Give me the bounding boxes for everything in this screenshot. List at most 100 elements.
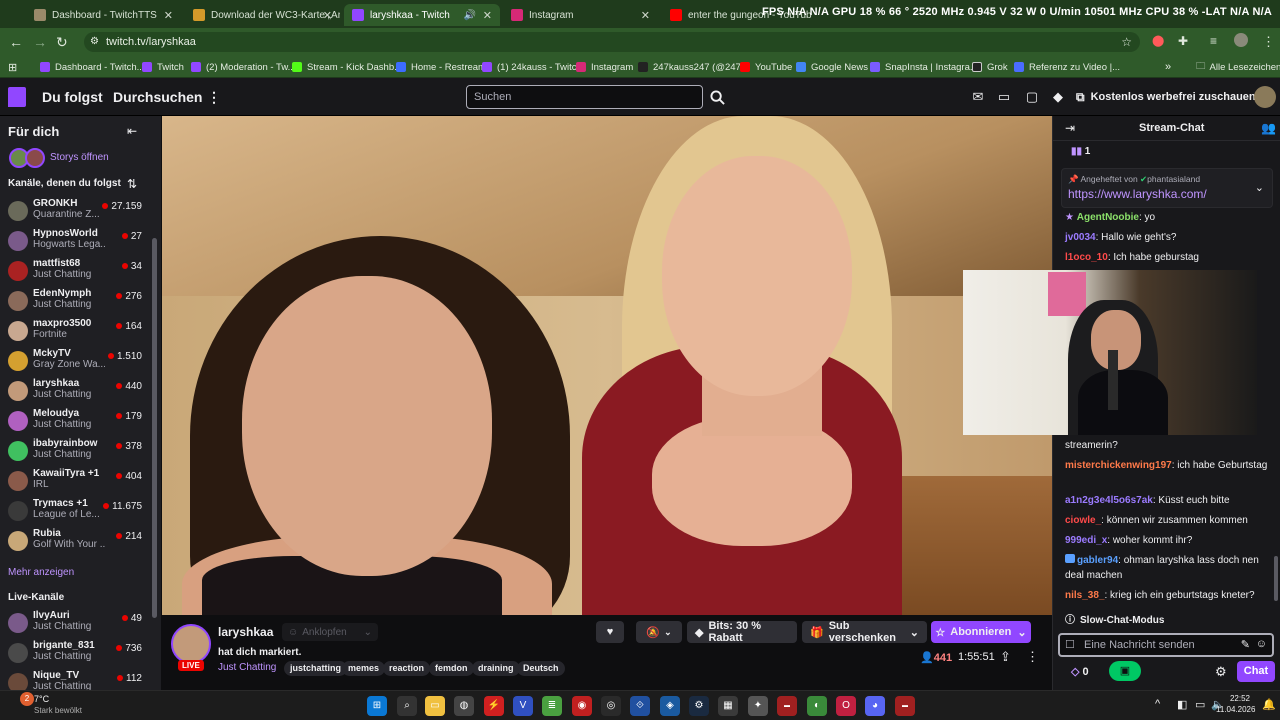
chrome-icon[interactable]: ◐	[807, 696, 827, 716]
claim-points-button[interactable]: ▣	[1109, 661, 1141, 681]
browser-tab[interactable]: Instagram ✕	[503, 4, 658, 26]
notifications-toggle-button[interactable]: 🔕 ⌄	[636, 621, 682, 643]
stories-button[interactable]: Storys öffnen	[8, 147, 148, 169]
user-avatar[interactable]	[1254, 86, 1276, 108]
sidebar-channel[interactable]: MckyTV Gray Zone Wa... 1.510	[0, 346, 152, 376]
browser-tab[interactable]: Download der WC3-Karte „Ani ✕	[185, 4, 340, 26]
tag-pill[interactable]: draining	[472, 661, 520, 676]
tray-app-icon[interactable]: ◧	[1177, 698, 1187, 711]
gift-sub-button[interactable]: 🎁 Sub verschenken ⌄	[802, 620, 927, 644]
sidebar-channel[interactable]: Meloudya Just Chatting 179	[0, 406, 152, 436]
twitch-logo-icon[interactable]	[8, 87, 26, 107]
share-icon[interactable]: ⇪	[1000, 649, 1011, 665]
bookmark-item[interactable]: Referenz zu Video |...	[1014, 59, 1120, 75]
bookmark-item[interactable]: Stream - Kick Dashb...	[292, 59, 402, 75]
follow-heart-button[interactable]: ♥	[596, 621, 624, 643]
users-list-icon[interactable]: 👥	[1261, 121, 1276, 135]
bookmark-item[interactable]: Google News	[796, 59, 868, 75]
app-icon[interactable]: ▬	[895, 696, 915, 716]
collapse-chat-icon[interactable]: ⇥	[1065, 121, 1075, 135]
bookmark-item[interactable]: SnapInsta | Instagra...	[870, 59, 978, 75]
close-icon[interactable]: ✕	[323, 9, 332, 22]
apps-grid-icon[interactable]: ⊞	[8, 59, 17, 75]
bits-crystal-icon[interactable]: ◆	[1050, 89, 1066, 105]
sidebar-channel[interactable]: Trymacs +1 League of Le... 11.675	[0, 496, 152, 526]
browser-tab-active[interactable]: laryshkaa - Twitch 🔊 ✕	[344, 4, 500, 26]
sidebar-channel[interactable]: ibabyrainbow Just Chatting 378	[0, 436, 152, 466]
bookmark-item[interactable]: Grok	[972, 59, 1008, 75]
bookmark-item[interactable]: Twitch	[142, 59, 184, 75]
inbox-icon[interactable]: ✉	[970, 89, 986, 105]
app-v-icon[interactable]: V	[513, 696, 533, 716]
close-icon[interactable]: ✕	[641, 9, 650, 22]
sidebar-channel[interactable]: HypnosWorld Hogwarts Lega... 27	[0, 226, 152, 256]
bits-discount-button[interactable]: ◆ Bits: 30 % Rabatt	[687, 620, 797, 644]
notifications-icon[interactable]: ▢	[1024, 89, 1040, 105]
ad-free-button[interactable]: ⧉ Kostenlos werbefrei zuschauen	[1076, 86, 1256, 108]
reload-icon[interactable]: ↻	[56, 34, 68, 51]
sidebar-channel[interactable]: EdenNymph Just Chatting 276	[0, 286, 152, 316]
close-icon[interactable]: ✕	[164, 9, 173, 22]
all-bookmarks-folder[interactable]: 🗀 Alle Lesezeichen	[1196, 59, 1280, 75]
subscribe-button[interactable]: ☆ Abonnieren ⌄	[931, 621, 1031, 643]
channel-avatar[interactable]	[171, 624, 211, 664]
video-player[interactable]	[162, 116, 1052, 615]
back-icon[interactable]: ←	[9, 34, 23, 50]
close-icon[interactable]: ✕	[483, 9, 492, 22]
weather-text[interactable]: Stark bewölkt	[34, 706, 82, 715]
chevron-right-icon[interactable]: »	[1165, 59, 1171, 75]
browser-tab[interactable]: Dashboard - TwitchTTS ✕	[26, 4, 181, 26]
collapse-sidebar-icon[interactable]: ⇤	[127, 124, 137, 138]
bits-cheer-icon[interactable]: ✎	[1241, 638, 1250, 651]
emote-menu-icon[interactable]: ☐	[1065, 638, 1075, 651]
app-icon[interactable]: ≣	[542, 696, 562, 716]
app-icon[interactable]: ▦	[718, 696, 738, 716]
sidebar-channel[interactable]: GRONKH Quarantine Z... 27.159	[0, 196, 152, 226]
file-explorer-icon[interactable]: ▭	[425, 696, 445, 716]
start-windows-icon[interactable]: ⊞	[367, 696, 387, 716]
bookmark-item[interactable]: Instagram	[576, 59, 633, 75]
sidebar-channel[interactable]: Rubia Golf With Your ... 214	[0, 526, 152, 556]
obs-icon[interactable]: ◎	[601, 696, 621, 716]
bookmark-item[interactable]: 247kauss247 (@247...	[638, 59, 749, 75]
app-icon[interactable]: ⟐	[630, 696, 650, 716]
bookmark-item[interactable]: Dashboard - Twitch...	[40, 59, 145, 75]
app-icon[interactable]: ▬	[777, 696, 797, 716]
more-kebab-icon[interactable]: ⋮	[1026, 649, 1039, 665]
sidebar-channel[interactable]: mattfist68 Just Chatting 34	[0, 256, 152, 286]
profile-avatar[interactable]	[1234, 33, 1248, 47]
menu-kebab-icon[interactable]: ⋮	[1262, 34, 1275, 50]
tray-chevron-icon[interactable]: ^	[1155, 698, 1160, 710]
sidebar-scrollbar[interactable]	[152, 238, 157, 618]
chat-scrollbar[interactable]	[1274, 556, 1278, 601]
sidebar-channel[interactable]: maxpro3500 Fortnite 164	[0, 316, 152, 346]
chat-settings-icon[interactable]: ⚙	[1215, 664, 1227, 680]
site-info-icon[interactable]: ⚙	[90, 32, 99, 52]
stream-category-link[interactable]: Just Chatting	[218, 662, 276, 673]
sidebar-channel[interactable]: brigante_831 Just Chatting 736	[0, 638, 152, 668]
app-icon[interactable]: ✦	[748, 696, 768, 716]
search-button[interactable]	[705, 85, 729, 109]
bookmark-item[interactable]: (2) Moderation - Tw...	[191, 59, 296, 75]
channel-name[interactable]: laryshkaa	[218, 625, 273, 639]
forward-icon[interactable]: →	[33, 34, 47, 50]
weather-temp[interactable]: 7°C	[34, 694, 49, 704]
media-control-icon[interactable]: ≡	[1210, 34, 1217, 48]
app-icon[interactable]: ◉	[572, 696, 592, 716]
steam-icon[interactable]: ⚙	[689, 696, 709, 716]
tag-pill[interactable]: justchatting	[284, 661, 347, 676]
bookmark-item[interactable]: Home - Restream	[396, 59, 486, 75]
chat-input[interactable]: ☐ Eine Nachricht senden ✎ ☺	[1058, 633, 1274, 657]
whispers-icon[interactable]: ▭	[996, 89, 1012, 105]
channel-points[interactable]: ◇ 0	[1071, 665, 1089, 678]
emoji-icon[interactable]: ☺	[1256, 638, 1267, 650]
sort-icon[interactable]: ⇅	[127, 177, 137, 191]
sidebar-channel[interactable]: laryshkaa Just Chatting 440	[0, 376, 152, 406]
speaker-icon[interactable]: 🔊	[464, 10, 476, 21]
search-input[interactable]: Suchen	[466, 85, 703, 109]
url-field[interactable]: ⚙ twitch.tv/laryshkaa ☆	[84, 32, 1140, 52]
show-more-link[interactable]: Mehr anzeigen	[8, 567, 74, 578]
pinned-message[interactable]: 📌 Angeheftet von ✔phantasialand https://…	[1061, 168, 1273, 208]
sidebar-channel[interactable]: KawaiiTyra +1 IRL 404	[0, 466, 152, 496]
tag-pill[interactable]: femdon	[429, 661, 474, 676]
